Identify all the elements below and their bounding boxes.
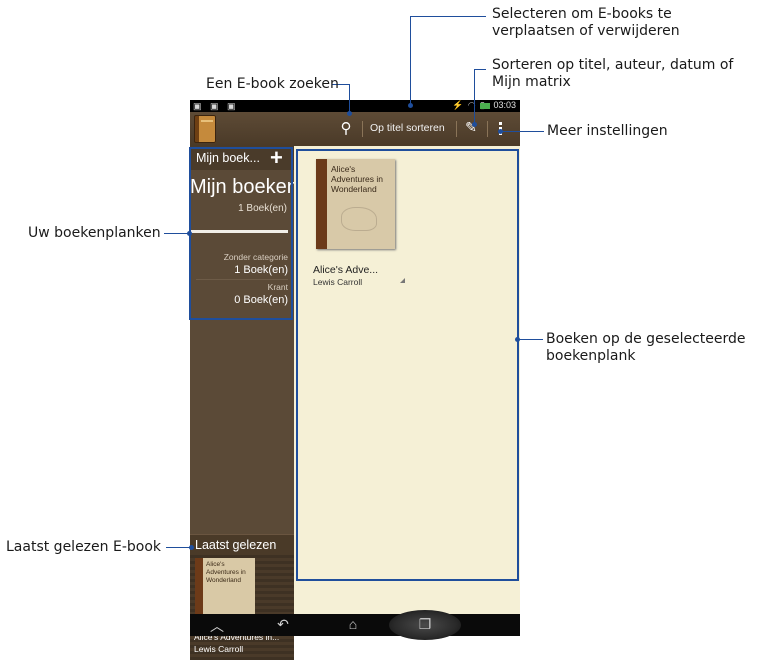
callout-line [474, 69, 486, 70]
sort-button[interactable]: Op titel sorteren [370, 122, 445, 134]
callout-settings: Meer instellingen [547, 123, 668, 139]
home-icon[interactable]: ⌂ [338, 616, 368, 632]
callout-line [517, 339, 543, 340]
books-highlight [296, 149, 519, 581]
recently-read-panel: Laatst gelezen Alice's Adventures in Won… [190, 534, 294, 660]
recent-cover-text: Alice's Adventures in Wonderland [206, 561, 246, 584]
callout-search: Een E-book zoeken [206, 76, 339, 92]
callout-dot [498, 129, 503, 134]
divider [487, 121, 488, 137]
notification-icons: ▣ ▣ ▣ [193, 101, 239, 111]
callout-sort: Sorteren op titel, auteur, datum of Mijn… [492, 57, 734, 90]
recent-header-label: Laatst gelezen [195, 538, 277, 552]
callout-books: Boeken op de geselecteerde boekenplank [546, 331, 746, 364]
callout-shelves: Uw boekenplanken [28, 225, 161, 241]
callout-dot [347, 111, 352, 116]
search-icon[interactable]: ⚲ [336, 119, 356, 139]
shelves-highlight [189, 147, 293, 320]
callout-dot [408, 103, 413, 108]
battery-icon [480, 103, 490, 109]
divider [456, 121, 457, 137]
back-icon[interactable]: ↶ [268, 616, 298, 633]
action-bar: ⚲ Op titel sorteren ✎ [190, 112, 520, 146]
callout-line [410, 16, 411, 106]
recent-book-author: Lewis Carroll [194, 644, 244, 654]
callout-line [349, 84, 350, 114]
chevron-up-icon[interactable]: ︿ [202, 616, 232, 636]
callout-line [474, 69, 475, 125]
callout-line [500, 131, 544, 132]
callout-dot [189, 545, 194, 550]
callout-recent: Laatst gelezen E-book [6, 539, 161, 555]
callout-dot [472, 122, 477, 127]
recent-apps-icon[interactable]: ❐ [410, 616, 440, 633]
callout-line [410, 16, 486, 17]
callout-dot [187, 231, 192, 236]
status-time: 03:03 [493, 100, 516, 110]
recent-book-cover[interactable]: Alice's Adventures in Wonderland [195, 558, 255, 622]
callout-dot [515, 337, 520, 342]
callout-select: Selecteren om E-books te verplaatsen of … [492, 6, 680, 39]
recent-header: Laatst gelezen [190, 534, 294, 555]
pencil-icon[interactable]: ✎ [462, 119, 480, 139]
status-bar: ▣ ▣ ▣ ⚡ ◠ ▮ 03:03 [190, 100, 520, 112]
divider [362, 121, 363, 137]
book-app-icon[interactable] [194, 115, 216, 143]
navigation-bar: ︿ ↶ ⌂ ❐ [190, 610, 520, 640]
